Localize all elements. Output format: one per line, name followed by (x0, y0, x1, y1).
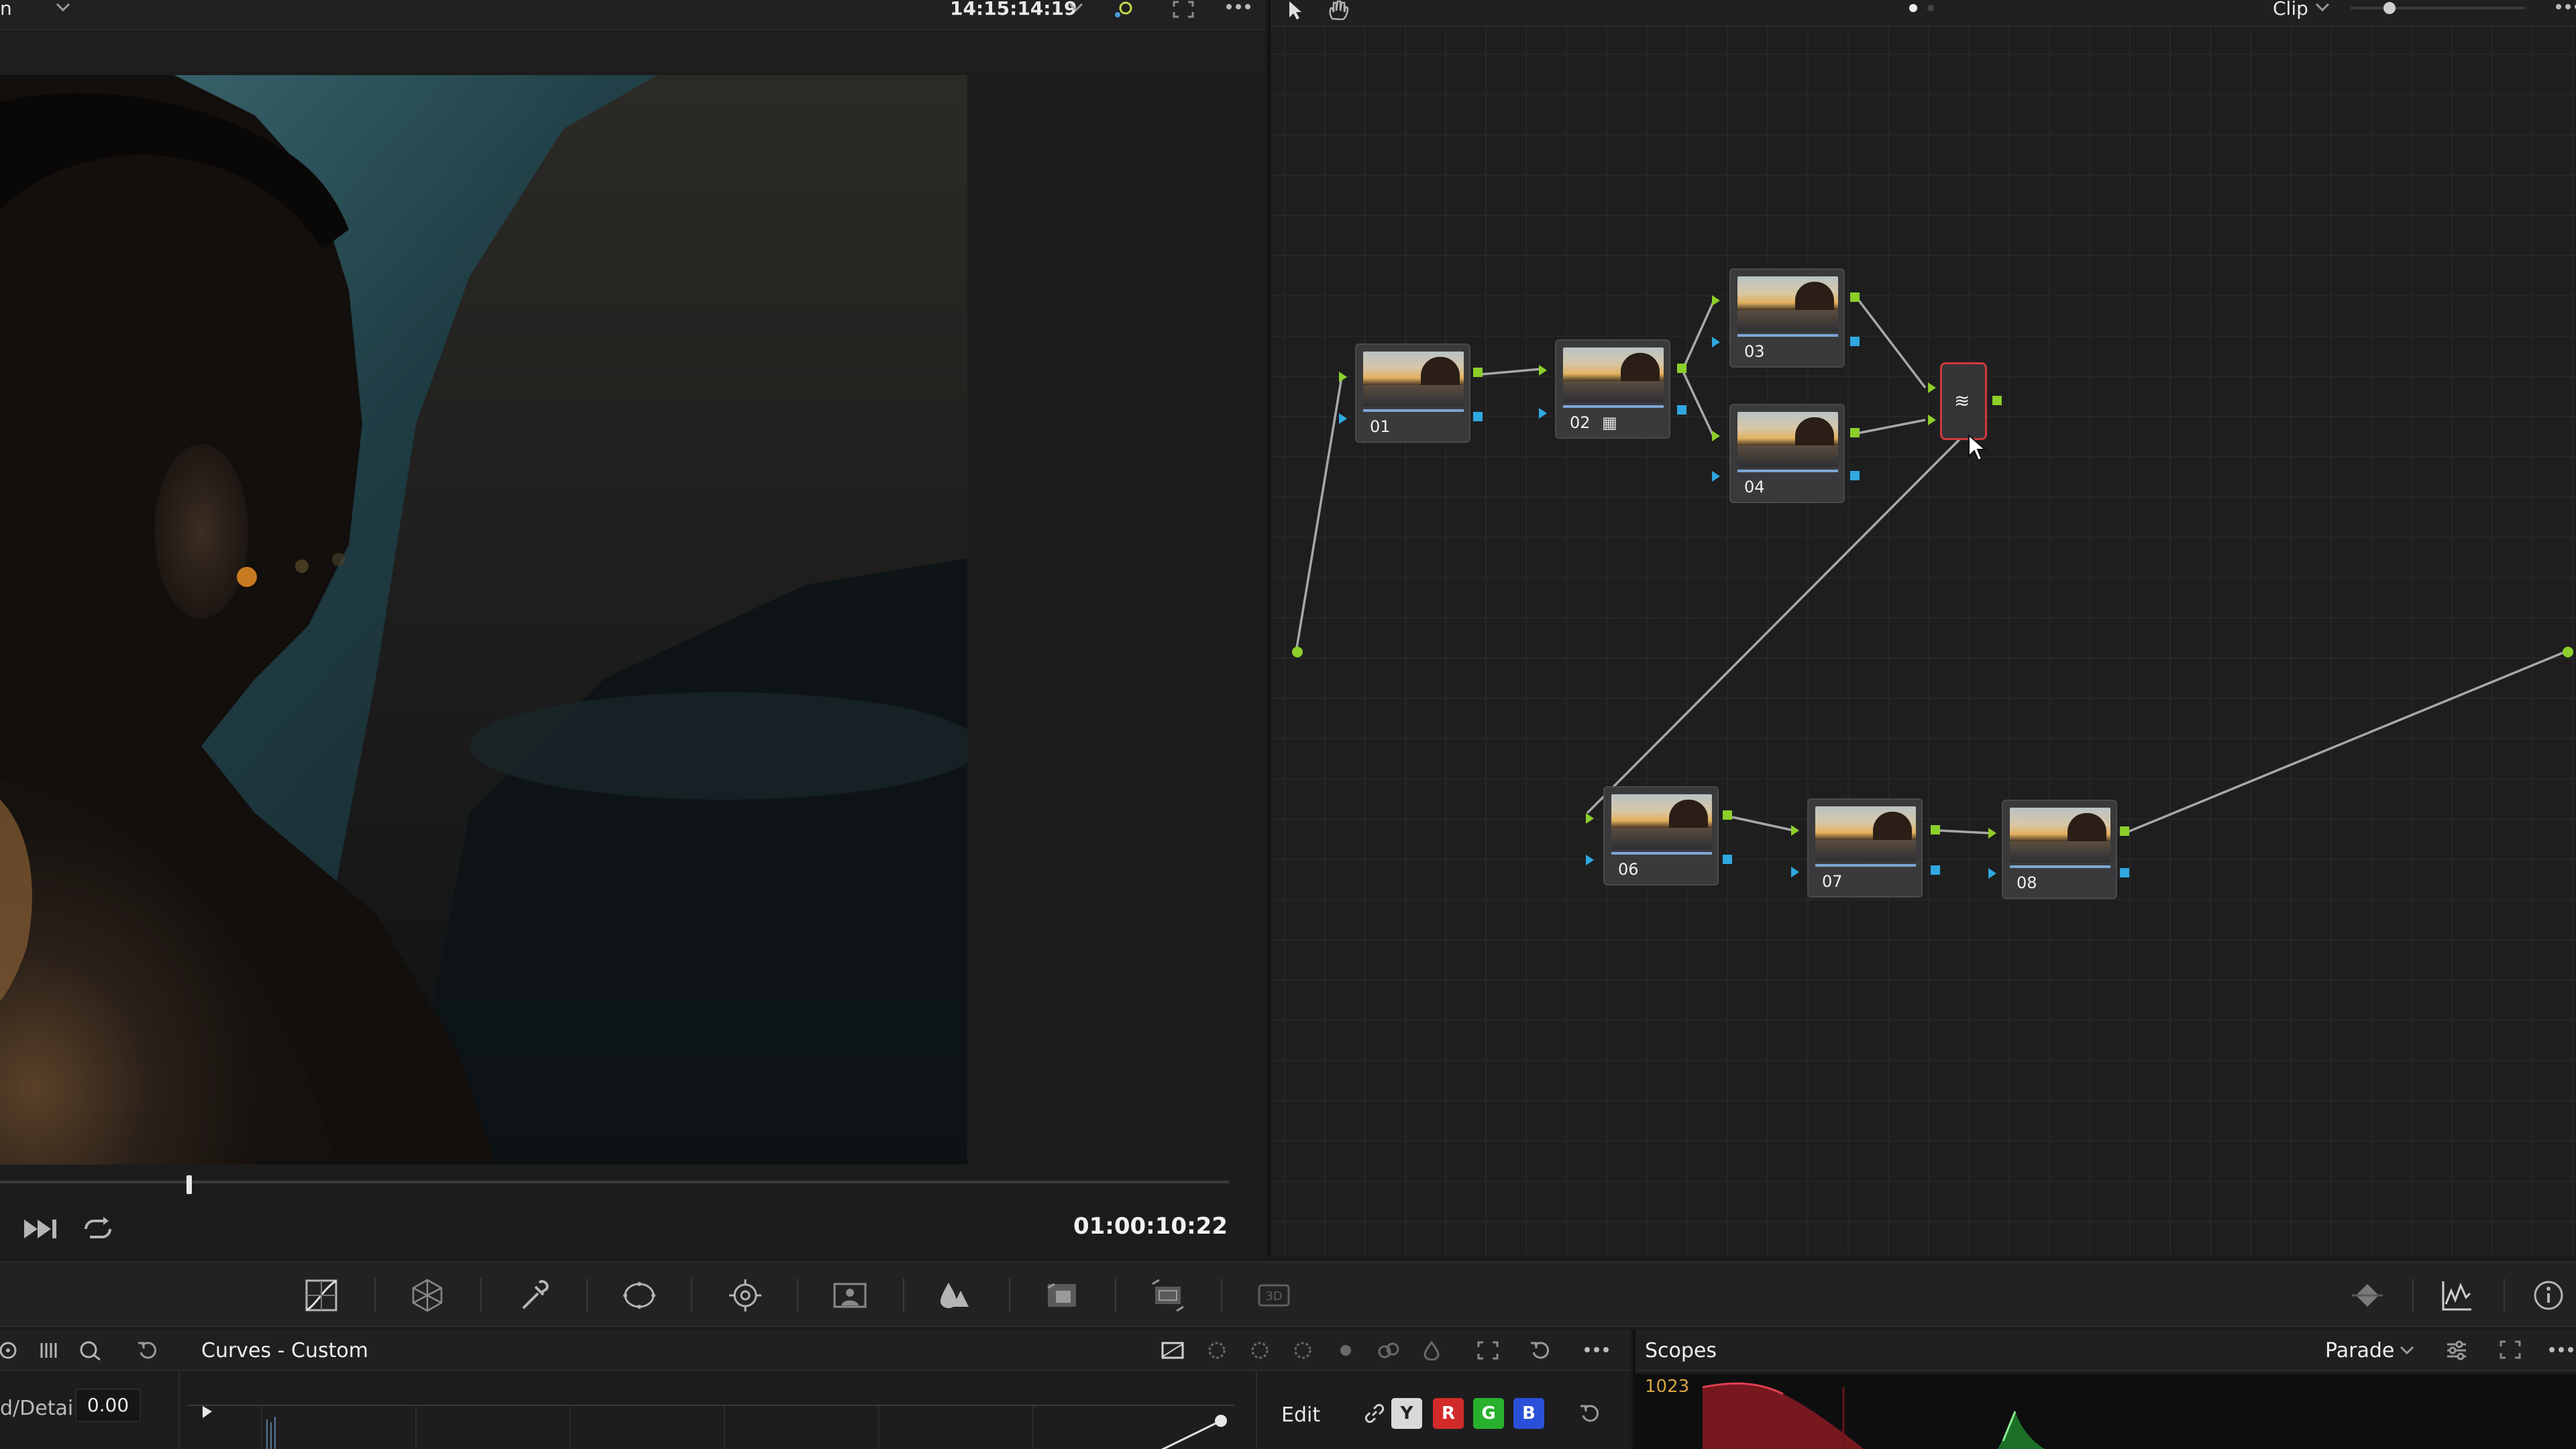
layers-icon: ≋ (1954, 390, 1970, 412)
detail-label: d/Detail (0, 1397, 79, 1420)
grid-icon: ▦ (1602, 413, 1617, 432)
sat-vs-sat-icon[interactable] (1377, 1340, 1401, 1360)
viewer-toolbar: n 14:15:14:19 (0, 0, 1265, 30)
curves-header: Curves - Custom (0, 1330, 1630, 1371)
skip-to-end-icon[interactable] (23, 1217, 60, 1241)
timeline-scrubber[interactable] (0, 1181, 1229, 1183)
node-06[interactable]: 06 (1603, 786, 1719, 885)
curves-panel-title: Curves - Custom (201, 1339, 368, 1362)
chevron-down-icon[interactable] (2399, 1344, 2415, 1356)
node-01[interactable]: 01 (1355, 343, 1470, 443)
channel-g-button[interactable]: G (1473, 1398, 1504, 1429)
info-icon[interactable] (2530, 1277, 2567, 1313)
reset-icon[interactable] (137, 1340, 158, 1360)
edit-label: Edit (1281, 1403, 1321, 1427)
node-thumbnail (1815, 806, 1916, 861)
viewer-subbar (0, 32, 1265, 72)
window-icon[interactable] (621, 1277, 657, 1313)
scopes-icon[interactable] (2439, 1277, 2475, 1313)
parade-waveform (1702, 1382, 2045, 1449)
curve-graph[interactable] (188, 1405, 1234, 1449)
tracker-icon[interactable] (727, 1277, 763, 1313)
node-label: 07 (1822, 872, 1843, 891)
fullscreen-icon[interactable] (1171, 0, 1195, 19)
playhead[interactable] (186, 1175, 192, 1194)
node-07[interactable]: 07 (1807, 798, 1923, 898)
highlight-icon[interactable] (1112, 0, 1139, 19)
node-label: 06 (1618, 860, 1639, 879)
node-editor-panel[interactable]: Clip 01 02 ▦ 03 04 06 07 08 (1268, 0, 2576, 1256)
sizing-icon[interactable] (1150, 1277, 1186, 1313)
chevron-down-icon[interactable] (55, 1, 71, 13)
scope-expand-icon[interactable] (2498, 1339, 2522, 1362)
viewer-panel: n 14:15:14:19 01:00:10:22 (0, 0, 1265, 1260)
record-timecode[interactable]: 01:00:10:22 (1073, 1213, 1228, 1240)
node-thumbnail (1611, 794, 1712, 849)
node-label: 03 (1744, 342, 1765, 361)
reset-curves-icon[interactable] (1529, 1340, 1551, 1360)
more-options-icon[interactable] (1224, 0, 1253, 16)
link-icon[interactable] (1363, 1402, 1386, 1425)
qualifier-icon[interactable] (517, 1277, 553, 1313)
expand-icon[interactable] (1476, 1340, 1500, 1360)
key-icon[interactable] (1044, 1277, 1080, 1313)
node-label: 08 (2017, 873, 2037, 892)
node-thumbnail (1363, 352, 1464, 407)
keyframes-icon[interactable] (2349, 1277, 2385, 1313)
curves-panel: Curves - Custom d/Detail 0.00 Edit Y R G… (0, 1330, 1630, 1449)
node-label: 01 (1370, 417, 1391, 436)
mouse-cursor-icon (1968, 433, 1987, 462)
sat-vs-lum-icon[interactable] (1419, 1340, 1444, 1360)
hue-vs-sat-icon[interactable] (1248, 1340, 1272, 1360)
node-label: 04 (1744, 478, 1765, 496)
custom-curve-icon[interactable] (1161, 1340, 1185, 1360)
loop-icon[interactable] (80, 1216, 115, 1242)
color-warper-icon[interactable] (409, 1277, 445, 1313)
node-02[interactable]: 02 ▦ (1555, 339, 1670, 439)
detail-value-field[interactable]: 0.00 (75, 1389, 141, 1422)
node-thumbnail (2010, 808, 2110, 863)
bars-icon[interactable] (39, 1340, 59, 1360)
3d-icon[interactable]: 3D (1256, 1277, 1292, 1313)
channel-r-button[interactable]: R (1433, 1398, 1464, 1429)
lum-vs-sat-icon[interactable] (1334, 1340, 1358, 1360)
node-thumbnail (1737, 412, 1838, 467)
node-thumbnail (1737, 276, 1838, 331)
hue-vs-hue-icon[interactable] (1205, 1340, 1229, 1360)
scope-settings-icon[interactable] (2445, 1339, 2469, 1362)
scopes-panel-title: Scopes (1645, 1339, 1717, 1362)
scope-mode-selector[interactable]: Parade (2325, 1339, 2394, 1362)
scope-max-value: 1023 (1645, 1377, 1690, 1397)
more-options-icon[interactable] (2546, 1343, 2576, 1356)
hue-vs-lum-icon[interactable] (1291, 1340, 1315, 1360)
more-options-icon[interactable] (1582, 1343, 1611, 1356)
node-label: 02 (1570, 413, 1591, 432)
magic-mask-icon[interactable] (832, 1277, 868, 1313)
blur-icon[interactable] (936, 1277, 973, 1313)
timecode-dropdown-icon[interactable] (1068, 1, 1084, 13)
viewer-title-fragment: n (0, 0, 12, 19)
reset-channels-icon[interactable] (1578, 1402, 1602, 1426)
svg-text:3D: 3D (1265, 1289, 1282, 1303)
channel-y-button[interactable]: Y (1391, 1398, 1422, 1429)
palette-toolbar: 3D (0, 1261, 2576, 1327)
source-timecode[interactable]: 14:15:14:19 (950, 0, 1077, 21)
scopes-panel: Scopes Parade 1023 (1633, 1330, 2576, 1449)
node-08[interactable]: 08 (2002, 800, 2117, 899)
node-connections (1292, 292, 2573, 879)
curve-search-icon[interactable] (79, 1340, 102, 1360)
parade-scope[interactable]: 1023 (1635, 1374, 2576, 1449)
channel-b-button[interactable]: B (1513, 1398, 1544, 1429)
viewer-frame[interactable] (0, 75, 967, 1165)
curves-icon[interactable] (303, 1277, 339, 1313)
node-03[interactable]: 03 (1729, 268, 1845, 368)
layer-mixer-node[interactable]: ≋ (1940, 362, 1987, 440)
node-thumbnail (1563, 347, 1664, 402)
scopes-header: Scopes Parade (1635, 1330, 2576, 1371)
node-04[interactable]: 04 (1729, 404, 1845, 503)
curve-graph-canvas (203, 1406, 1227, 1449)
target-icon[interactable] (0, 1340, 20, 1360)
viewer-frame-image (0, 75, 967, 1165)
